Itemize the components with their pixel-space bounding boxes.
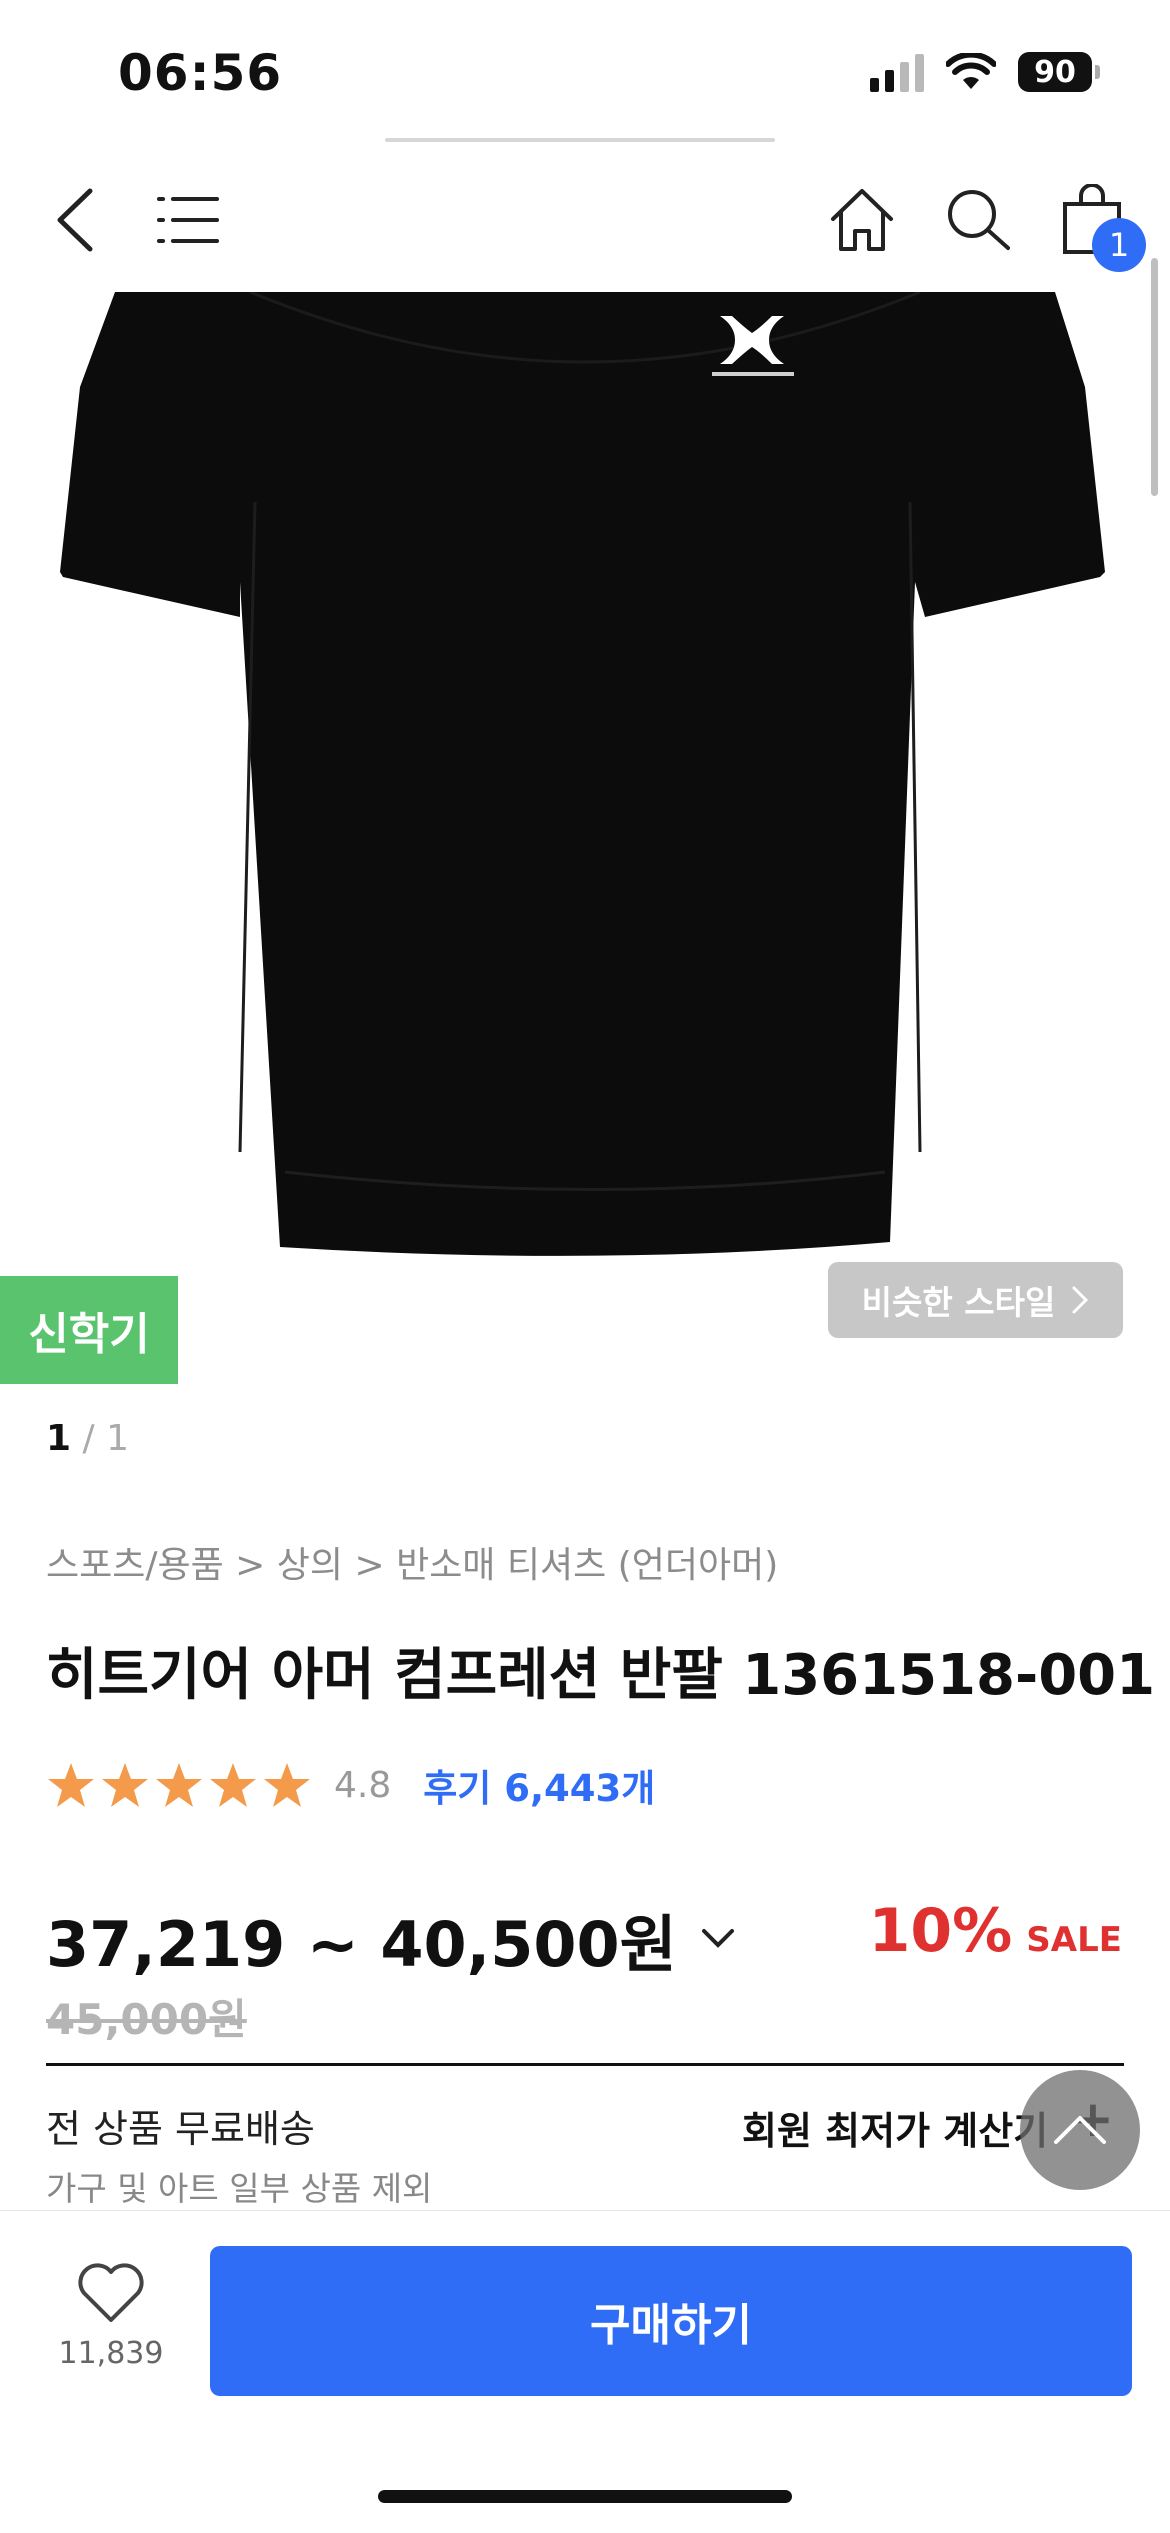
scroll-to-top-button[interactable] [1020,2070,1140,2190]
shipping-title: 전 상품 무료배송 [46,2107,315,2151]
url-bar-indicator [385,138,775,142]
battery-level: 90 [1018,52,1092,92]
discount-info: 10% SALE [869,1896,1122,1966]
home-icon [831,189,893,251]
search-icon [948,190,1010,250]
review-count-link[interactable]: 후기 6,443개 [423,1758,655,1812]
buy-button[interactable]: 구매하기 [210,2246,1132,2396]
member-price-calculator-link[interactable]: 회원 최저가 계산기 [742,2100,1048,2155]
price-range-toggle[interactable]: 37,219 ~ 40,500원 [46,1894,735,1984]
section-divider [46,2063,1124,2066]
rating-row: 4.8 후기 6,443개 [46,1758,655,1812]
back-button[interactable] [34,180,114,260]
wifi-icon [946,53,996,89]
heart-icon [78,2263,144,2322]
price-range: 37,219 ~ 40,500원 [46,1908,677,1981]
product-title: 히트기어 아머 컴프레션 반팔 1361518-001 [46,1643,1156,1708]
sale-label: SALE [1026,1920,1122,1960]
discount-percent: 10% [868,1896,1013,1966]
original-price: 45,000원 [46,1995,247,2044]
signal-icon [870,52,924,92]
star-icon [48,1763,94,1807]
breadcrumb[interactable]: 스포츠/용품 > 상의 > 반소매 티셔츠 (언더아머) [46,1536,778,1588]
new-semester-badge: 신학기 [0,1276,178,1384]
similar-style-button[interactable]: 비슷한 스타일 [828,1262,1123,1338]
star-icon [156,1763,202,1807]
pager-current: 1 [46,1418,72,1459]
battery-icon: 90 [1018,52,1100,92]
home-button[interactable] [822,180,902,260]
rating-value: 4.8 [334,1764,392,1806]
star-icon [264,1763,310,1807]
list-menu-icon [157,197,219,243]
status-icons: 90 [870,52,1100,92]
star-icon [210,1763,256,1807]
chevron-right-icon [1072,1286,1089,1314]
chevron-up-icon [1054,2116,1106,2144]
chevron-down-icon [701,1929,734,1948]
status-time: 06:56 [118,44,283,102]
menu-button[interactable] [148,180,228,260]
search-button[interactable] [938,180,1018,260]
home-indicator [378,2490,792,2503]
cart-count-badge: 1 [1092,218,1146,272]
like-count: 11,839 [58,2336,164,2371]
image-pager: 1 / 1 [46,1418,129,1459]
similar-style-label: 비슷한 스타일 [861,1283,1056,1322]
star-icon [102,1763,148,1807]
shipping-note: 가구 및 아트 일부 상품 제외 [46,2169,433,2208]
product-image[interactable] [0,292,1170,1282]
rating-stars [46,1761,312,1809]
pager-total: / 1 [71,1418,129,1459]
like-button[interactable]: 11,839 [46,2262,176,2371]
chevron-left-icon [57,188,93,252]
